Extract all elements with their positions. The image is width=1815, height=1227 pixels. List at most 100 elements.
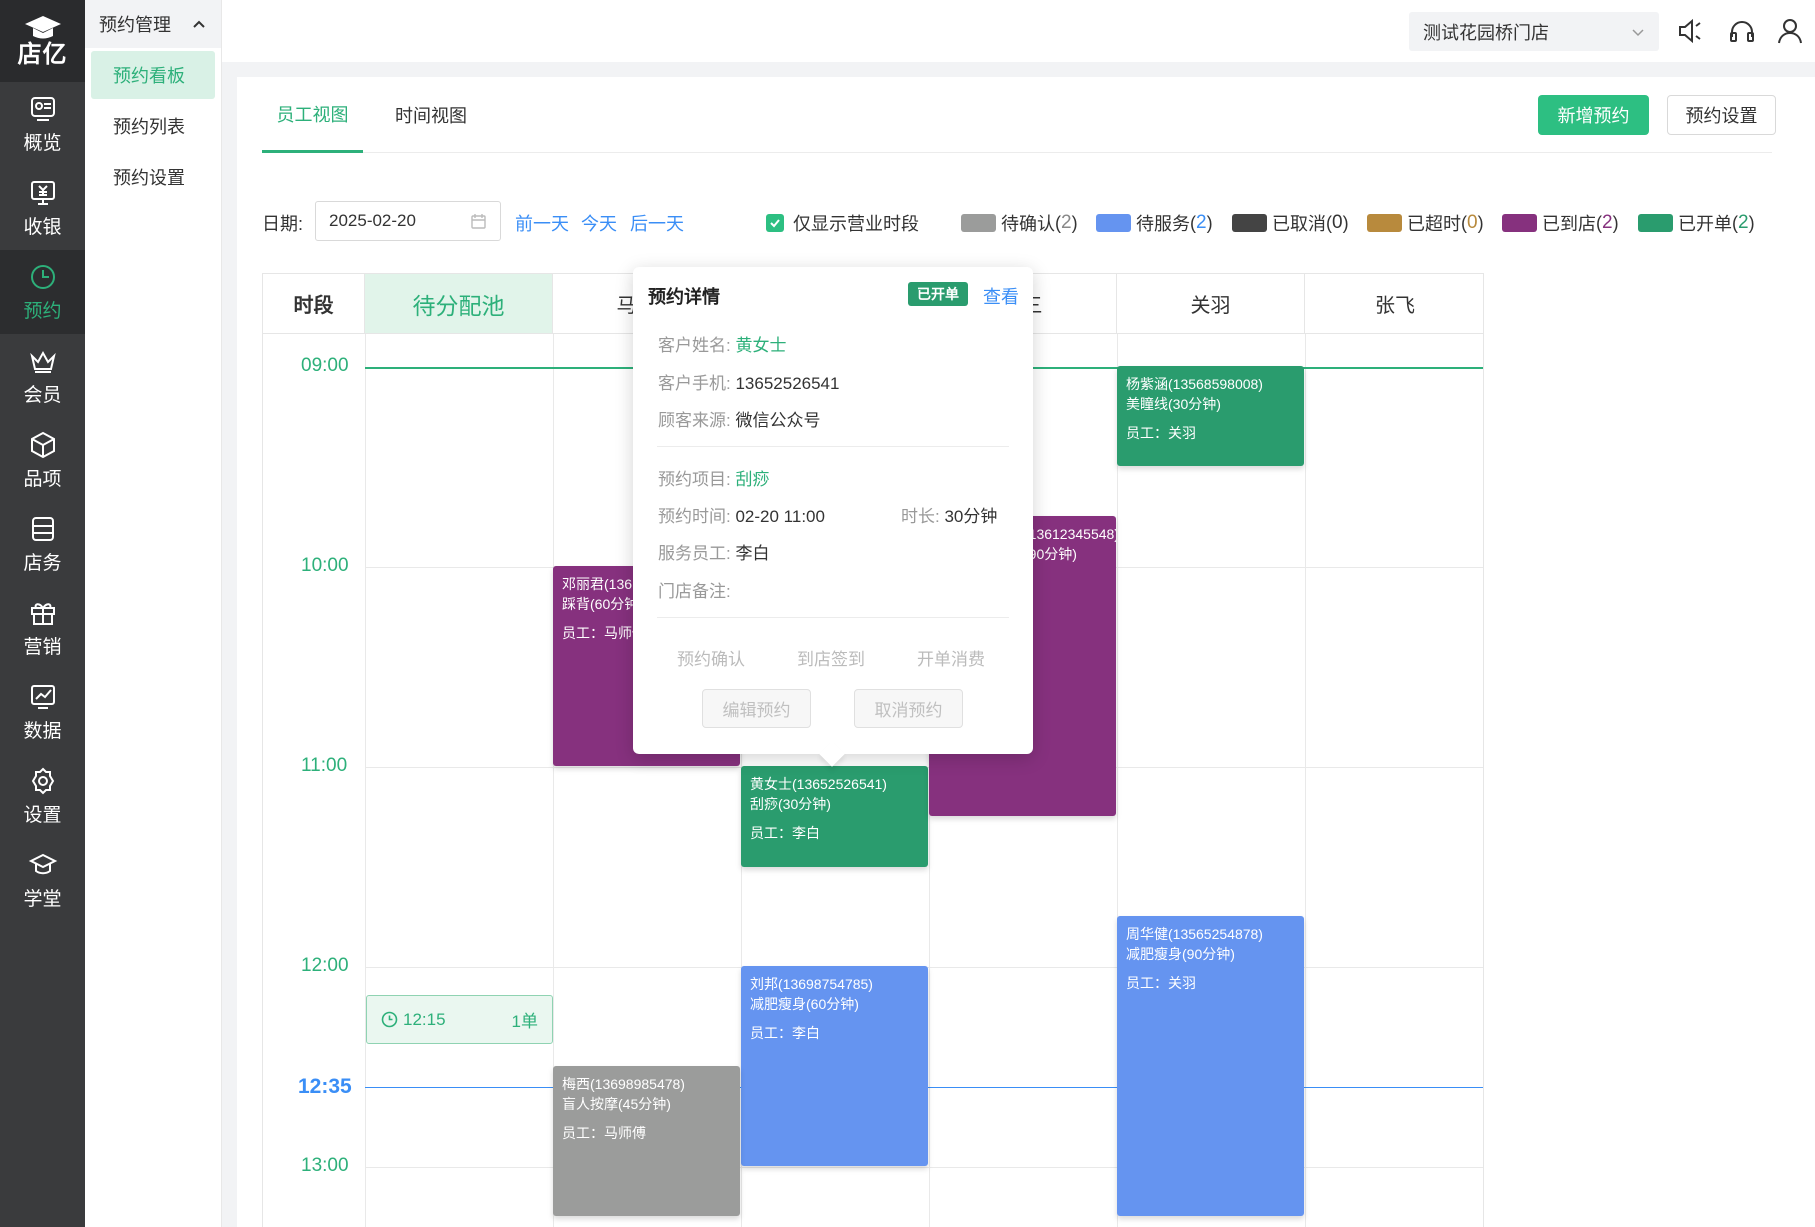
time-column-header: 时段 xyxy=(263,274,365,334)
nav-label: 数据 xyxy=(23,720,62,742)
service-staff-value: 李白 xyxy=(735,544,770,563)
customer-name-label: 客户姓名: xyxy=(658,336,731,355)
only-business-hours-checkbox[interactable]: 仅显示营业时段 xyxy=(766,210,919,236)
service-item-row: 预约项目: 刮痧 xyxy=(658,465,769,490)
user-icon[interactable] xyxy=(1775,16,1805,46)
store-note-row: 门店备注: xyxy=(658,577,731,602)
appointment-staff: 员工：李白 xyxy=(750,825,820,841)
tab-staff-view[interactable]: 员工视图 xyxy=(262,77,363,153)
sub-nav: 预约管理 预约看板 预约列表 预约设置 xyxy=(85,0,222,1227)
box-icon xyxy=(30,431,55,458)
appointment-service: 减肥瘦身(90分钟) xyxy=(1126,946,1235,962)
appointment-time-row: 预约时间: 02-20 11:00 xyxy=(658,502,825,527)
legend-count: 2 xyxy=(1738,212,1749,233)
speaker-icon[interactable] xyxy=(1675,16,1705,46)
subnav-header[interactable]: 预约管理 xyxy=(85,0,221,48)
nav-item-academy[interactable]: 学堂 xyxy=(0,838,85,922)
today-link[interactable]: 今天 xyxy=(581,210,617,236)
nav-item-member[interactable]: 会员 xyxy=(0,334,85,418)
appointment-service: 盲人按摩(45分钟) xyxy=(562,1096,671,1112)
nav-label: 收银 xyxy=(23,216,62,238)
topbar: 测试花园桥门店 xyxy=(222,0,1815,62)
check-in-action[interactable]: 到店签到 xyxy=(797,645,865,670)
nav-item-appointment[interactable]: 预约 xyxy=(0,250,85,334)
time-label: 09:00 xyxy=(301,355,349,376)
customer-name-row: 客户姓名: 黄女士 xyxy=(658,331,786,356)
pool-card-time: 12:15 xyxy=(403,1009,446,1029)
store-select[interactable]: 测试花园桥门店 xyxy=(1409,12,1659,51)
customer-name-value[interactable]: 黄女士 xyxy=(735,336,786,355)
nav-item-product[interactable]: 品项 xyxy=(0,418,85,502)
appointment-service: 刮痧(30分钟) xyxy=(750,796,831,812)
confirm-appointment-action[interactable]: 预约确认 xyxy=(677,645,745,670)
chart-icon xyxy=(30,684,55,709)
appointment-staff: 员工：关羽 xyxy=(1126,975,1196,991)
appointment-block[interactable]: 刘邦(13698754785) 减肥瘦身(60分钟) 员工：李白 xyxy=(741,966,928,1166)
main-nav: 店亿 概览 收银 预约 会员 品项 店务 营销 数据 设置 学堂 xyxy=(0,0,85,1227)
legend-label: 已取消 xyxy=(1272,214,1326,234)
legend-cancelled: 已取消(0) xyxy=(1232,210,1349,236)
gift-icon xyxy=(30,602,55,625)
duration-value: 30分钟 xyxy=(944,507,998,526)
appointment-block[interactable]: 杨紫涵(13568598008) 美瞳线(30分钟) 员工：关羽 xyxy=(1117,366,1304,466)
duration-row: 时长: 30分钟 xyxy=(901,502,997,527)
graduation-icon xyxy=(28,853,57,874)
subnav-item-board[interactable]: 预约看板 xyxy=(91,51,215,99)
unassigned-pool-card[interactable]: 12:15 1单 xyxy=(366,995,553,1044)
legend-label: 已超时 xyxy=(1407,214,1461,234)
subnav-item-settings[interactable]: 预约设置 xyxy=(91,153,215,201)
store-select-value: 测试花园桥门店 xyxy=(1423,22,1549,43)
appointment-settings-button[interactable]: 预约设置 xyxy=(1667,95,1776,135)
logo-text: 店亿 xyxy=(17,41,68,68)
appointment-service: (90分钟) xyxy=(1024,546,1077,562)
subnav-item-list[interactable]: 预约列表 xyxy=(91,102,215,150)
legend-swatch xyxy=(1096,214,1131,232)
duration-label: 时长: xyxy=(901,507,940,526)
nav-item-store[interactable]: 店务 xyxy=(0,502,85,586)
headset-icon[interactable] xyxy=(1727,16,1757,46)
customer-source-value: 微信公众号 xyxy=(735,411,821,430)
dashboard-icon xyxy=(30,96,55,121)
prev-day-link[interactable]: 前一天 xyxy=(515,210,569,236)
appointment-block[interactable]: 黄女士(13652526541) 刮痧(30分钟) 员工：李白 xyxy=(741,766,928,867)
legend-label: 已开单 xyxy=(1678,214,1732,234)
edit-appointment-button[interactable]: 编辑预约 xyxy=(702,689,811,728)
graduation-cap-icon xyxy=(24,16,61,39)
nav-item-data[interactable]: 数据 xyxy=(0,670,85,754)
legend-count: 2 xyxy=(1602,212,1613,233)
nav-item-overview[interactable]: 概览 xyxy=(0,82,85,166)
time-label: 13:00 xyxy=(301,1155,349,1176)
appointment-detail-popover: 预约详情 已开单 查看 客户姓名: 黄女士 客户手机: 13652526541 … xyxy=(633,267,1033,754)
legend-label: 待确认 xyxy=(1001,214,1055,234)
appointment-staff: 员工：李白 xyxy=(750,1025,820,1041)
current-time-label: 12:35 xyxy=(298,1075,352,1098)
appointment-customer: 刘邦(13698754785) xyxy=(750,976,873,992)
legend-arrived: 已到店(2) xyxy=(1502,210,1619,236)
nav-item-cashier[interactable]: 收银 xyxy=(0,166,85,250)
unassigned-pool-header: 待分配池 xyxy=(365,274,553,334)
legend-count: 2 xyxy=(1061,212,1072,233)
customer-source-row: 顾客来源: 微信公众号 xyxy=(658,406,820,431)
nav-item-marketing[interactable]: 营销 xyxy=(0,586,85,670)
logo: 店亿 xyxy=(0,0,85,82)
appointment-block[interactable]: 梅西(13698985478) 盲人按摩(45分钟) 员工：马师傅 xyxy=(553,1066,740,1216)
legend-pending-service: 待服务(2) xyxy=(1096,210,1213,236)
gear-icon xyxy=(31,767,54,794)
column-divider xyxy=(1305,334,1306,1227)
column-divider xyxy=(365,334,366,1227)
legend-swatch xyxy=(1502,214,1537,232)
customer-phone-row: 客户手机: 13652526541 xyxy=(658,369,839,394)
nav-item-settings[interactable]: 设置 xyxy=(0,754,85,838)
next-day-link[interactable]: 后一天 xyxy=(630,210,684,236)
nav-label: 设置 xyxy=(23,804,62,826)
service-item-value: 刮痧 xyxy=(735,470,770,489)
cancel-appointment-button[interactable]: 取消预约 xyxy=(854,689,963,728)
date-input[interactable]: 2025-02-20 xyxy=(315,201,501,241)
open-order-action[interactable]: 开单消费 xyxy=(917,645,985,670)
appointment-service: 减肥瘦身(60分钟) xyxy=(750,996,859,1012)
chevron-down-icon xyxy=(1632,28,1644,36)
appointment-block[interactable]: 周华健(13565254878) 减肥瘦身(90分钟) 员工：关羽 xyxy=(1117,916,1304,1216)
add-appointment-button[interactable]: 新增预约 xyxy=(1538,95,1649,135)
tab-time-view[interactable]: 时间视图 xyxy=(395,77,467,153)
view-link[interactable]: 查看 xyxy=(983,283,1019,309)
